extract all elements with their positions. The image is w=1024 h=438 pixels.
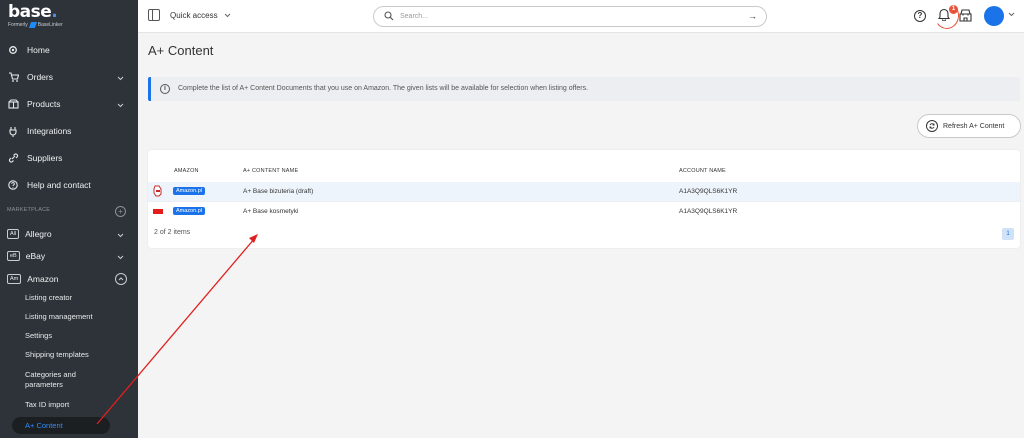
plug-icon [7, 125, 19, 137]
account-name: A1A3Q9QLS6K1YR [679, 188, 738, 195]
info-banner: i Complete the list of A+ Content Docume… [148, 77, 1020, 101]
sidebar-item-label: Integrations [27, 126, 72, 136]
sidebar: base. Formerly BaseLinker Home Orders Pr… [0, 0, 138, 438]
sidebar-item-orders[interactable]: Orders [0, 64, 138, 90]
chevron-down-icon [117, 230, 124, 240]
sidebar-subitem-listing-management[interactable]: Listing management [25, 312, 93, 322]
sidebar-item-suppliers[interactable]: Suppliers [0, 145, 138, 171]
chevron-down-icon [117, 100, 124, 110]
sidebar-subitem-categories[interactable]: Categories and parameters [25, 370, 105, 390]
content-name: A+ Base kosmetyki [243, 208, 299, 215]
baselinker-logo-icon [28, 22, 37, 28]
link-icon [7, 152, 19, 164]
info-icon: i [160, 84, 170, 94]
gear-icon [7, 44, 19, 56]
sidebar-item-home[interactable]: Home [0, 37, 138, 63]
table-row[interactable]: Amazon.pl A+ Base bizuteria (draft) A1A3… [148, 182, 1020, 201]
sidebar-item-products[interactable]: Products [0, 91, 138, 117]
store-icon[interactable] [959, 9, 972, 24]
a-plus-content-table: AMAZON A+ CONTENT NAME ACCOUNT NAME Amaz… [148, 150, 1020, 248]
sidebar-subitem-tax-id-import[interactable]: Tax ID import [25, 400, 69, 410]
sidebar-item-label: Suppliers [27, 153, 63, 163]
poland-flag-icon [153, 209, 163, 214]
items-count: 2 of 2 items [154, 229, 191, 236]
chevron-down-icon [224, 13, 231, 18]
quick-access-dropdown[interactable]: Quick access [170, 11, 231, 20]
products-icon [7, 98, 19, 110]
sidebar-item-integrations[interactable]: Integrations [0, 118, 138, 144]
table-row[interactable]: Amazon.pl A+ Base kosmetyki A1A3Q9QLS6K1… [148, 201, 1020, 220]
account-name: A1A3Q9QLS6K1YR [679, 208, 738, 215]
add-marketplace-icon[interactable]: + [115, 206, 126, 217]
sidebar-subitem-a-plus-content[interactable]: A+ Content [12, 417, 110, 434]
amazon-badge-icon: Am [7, 274, 22, 284]
sidebar-item-label: Orders [27, 72, 53, 82]
pagination-page-button[interactable]: 1 [1002, 228, 1014, 240]
search-input[interactable]: Search... → [373, 6, 767, 27]
notification-badge: 1 [949, 5, 958, 14]
marketplace-section-label: MARKETPLACE [7, 207, 51, 213]
sidebar-item-label: Allegro [25, 229, 52, 239]
sidebar-item-help[interactable]: Help and contact [0, 172, 138, 198]
column-header-name[interactable]: A+ CONTENT NAME [243, 168, 298, 174]
logo[interactable]: base. Formerly BaseLinker [8, 3, 63, 28]
sidebar-item-amazon[interactable]: Am Amazon [0, 266, 138, 292]
allegro-badge-icon: All [7, 229, 20, 239]
quick-access-label: Quick access [170, 11, 218, 20]
chevron-down-icon [117, 73, 124, 83]
sidebar-subitem-settings[interactable]: Settings [25, 331, 52, 341]
sidebar-subitem-listing-creator[interactable]: Listing creator [25, 293, 72, 303]
search-icon [384, 11, 394, 23]
chevron-down-icon [117, 252, 124, 262]
avatar[interactable] [984, 6, 1004, 26]
chevron-down-icon[interactable] [1008, 10, 1015, 19]
sidebar-item-label: Amazon [27, 274, 59, 284]
brand-former-name: BaseLinker [37, 22, 63, 28]
sidebar-item-label: Home [27, 45, 50, 55]
top-bar: Quick access Search... → ? 1 [138, 0, 1024, 33]
cart-icon [7, 71, 19, 83]
search-placeholder: Search... [400, 13, 429, 20]
column-header-amazon[interactable]: AMAZON [174, 168, 199, 174]
brand-name: base [8, 2, 52, 22]
marketplace-badge: Amazon.pl [173, 187, 205, 195]
sidebar-item-label: Products [27, 99, 61, 109]
column-header-account[interactable]: ACCOUNT NAME [679, 168, 726, 174]
sidebar-subitem-label: A+ Content [25, 421, 63, 430]
arrow-right-icon[interactable]: → [748, 11, 757, 21]
info-text: Complete the list of A+ Content Document… [178, 85, 589, 92]
drag-cursor-icon [153, 185, 162, 197]
content-name: A+ Base bizuteria (draft) [243, 188, 314, 195]
sidebar-toggle-icon[interactable] [148, 9, 160, 21]
sidebar-subitem-shipping-templates[interactable]: Shipping templates [25, 350, 89, 360]
help-icon[interactable]: ? [914, 10, 926, 22]
refresh-icon [926, 120, 938, 132]
brand-formerly: Formerly [8, 22, 28, 28]
refresh-a-plus-content-button[interactable]: Refresh A+ Content [917, 114, 1021, 138]
ebay-badge-icon: eB [7, 251, 20, 261]
chevron-up-icon [115, 273, 127, 285]
marketplace-badge: Amazon.pl [173, 207, 205, 215]
sidebar-item-label: Help and contact [27, 180, 91, 190]
refresh-label: Refresh A+ Content [943, 123, 1005, 130]
help-icon [7, 179, 19, 191]
sidebar-item-label: eBay [25, 251, 46, 261]
page-title: A+ Content [148, 43, 214, 58]
